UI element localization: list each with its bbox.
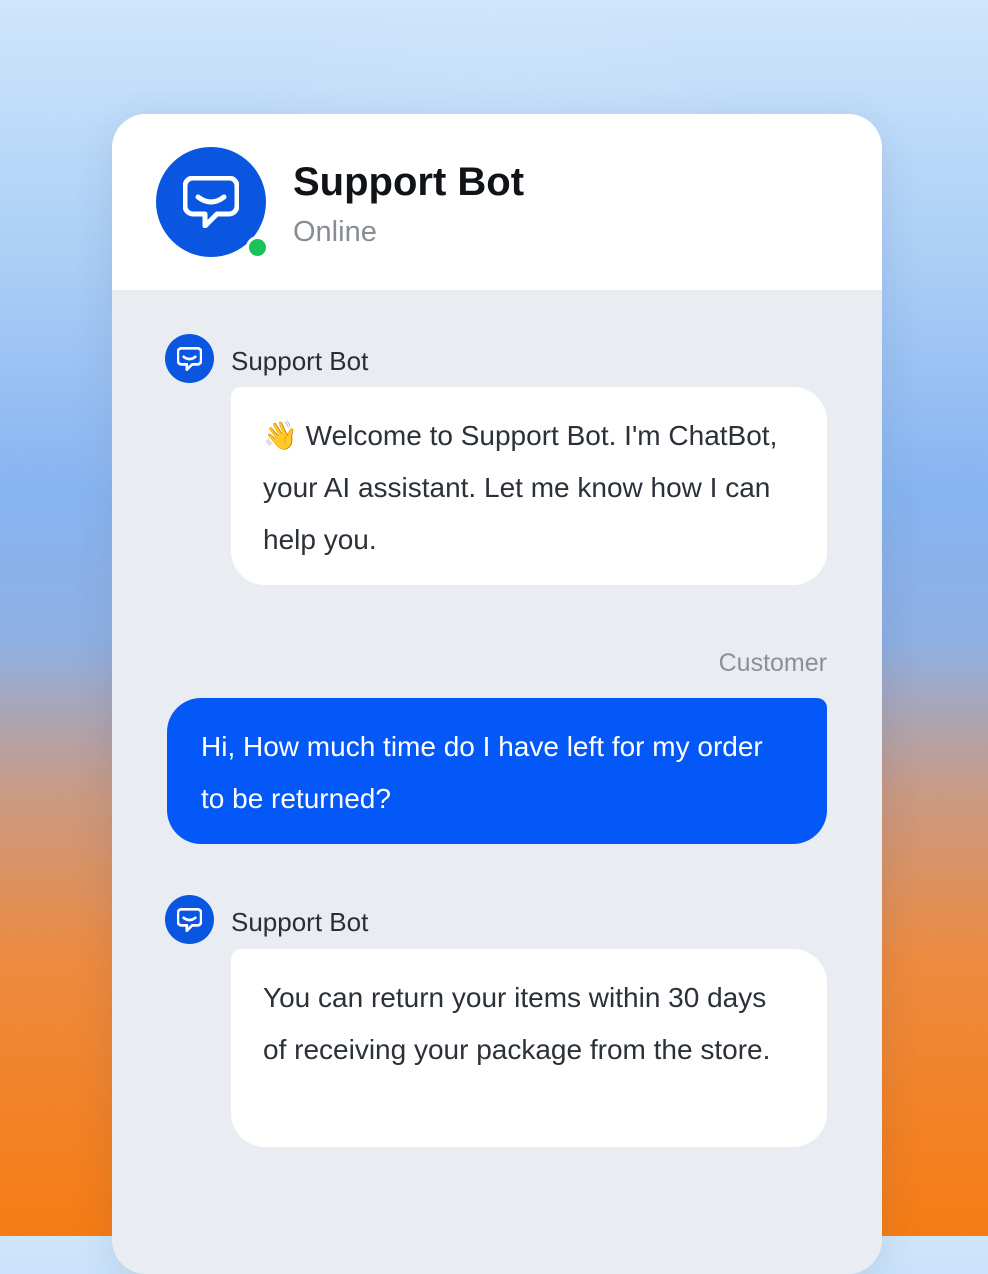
message-sender: Customer [718,649,827,677]
bot-message-bubble: 👋 Welcome to Support Bot. I'm ChatBot, y… [231,387,827,585]
customer-message-bubble: Hi, How much time do I have left for my … [167,698,827,844]
bot-status: Online [293,216,377,248]
bot-avatar-small [165,895,214,944]
chat-bubble-icon [183,176,239,228]
chat-header: Support Bot Online [112,114,882,290]
online-status-dot [246,236,269,259]
chat-window: Support Bot Online Support Bot 👋 Welcome… [112,114,882,1274]
bot-message-bubble: You can return your items within 30 days… [231,949,827,1147]
chat-bubble-icon [177,347,202,371]
bot-avatar-small [165,334,214,383]
message-sender: Support Bot [231,907,369,937]
message-sender: Support Bot [231,346,369,376]
bot-name: Support Bot [293,160,525,204]
chat-bubble-icon [177,908,202,932]
